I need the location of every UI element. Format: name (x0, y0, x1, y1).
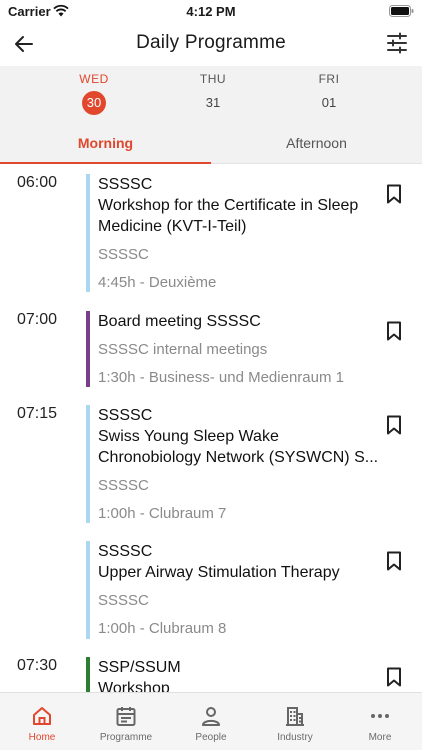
status-bar: Carrier 4:12 PM (0, 0, 422, 22)
session-track: SSSSC (98, 592, 149, 609)
tab-label: Programme (99, 732, 153, 743)
day-name: WED (79, 72, 109, 86)
session-item[interactable]: 07:30 SSP/SSUM Workshop (0, 657, 422, 692)
bookmark-icon[interactable] (386, 415, 402, 435)
session-track: SSSSC (98, 477, 149, 494)
tab-industry[interactable]: Industry (253, 693, 337, 750)
session-body: SSSSC Upper Airway Stimulation Therapy S… (98, 541, 382, 639)
tab-label: More (368, 732, 392, 743)
session-track: SSSSC internal meetings (98, 341, 268, 358)
session-color-bar (86, 311, 90, 387)
day-selector: WED 30 THU 31 FRI 01 (0, 66, 422, 118)
tab-label: Industry (277, 732, 313, 743)
more-icon (371, 714, 389, 718)
session-time: 07:30 (17, 657, 58, 674)
session-title: SSSSC Workshop for the Certificate in Sl… (98, 176, 359, 235)
session-room: 1:00h - Clubraum 7 (98, 505, 227, 522)
page-title: Daily Programme (136, 32, 286, 53)
battery-icon (389, 5, 414, 17)
day-number: 30 (82, 91, 106, 115)
day-fri[interactable]: FRI 01 (299, 72, 359, 115)
bookmark-icon[interactable] (386, 551, 402, 571)
calendar-icon (116, 707, 136, 726)
day-wed[interactable]: WED 30 (64, 72, 124, 115)
tab-morning[interactable]: Morning (0, 118, 211, 164)
person-icon (202, 707, 220, 726)
period-tabs: Morning Afternoon (0, 118, 422, 164)
session-item[interactable]: 07:00 Board meeting SSSSC SSSSC internal… (0, 311, 422, 391)
session-item[interactable]: 07:15 SSSSC Swiss Young Sleep Wake Chron… (0, 405, 422, 525)
session-title: SSSSC Upper Airway Stimulation Therapy (98, 543, 340, 581)
session-title: Board meeting SSSSC (98, 313, 261, 330)
home-icon (33, 707, 51, 725)
session-title: SSP/SSUM Workshop (98, 659, 181, 692)
session-item[interactable]: 06:00 SSSSC Workshop for the Certificate… (0, 174, 422, 294)
building-icon (286, 707, 304, 726)
bookmark-icon[interactable] (386, 184, 402, 204)
session-color-bar (86, 405, 90, 523)
day-number: 01 (321, 95, 337, 110)
session-track: SSSSC (98, 246, 149, 263)
bottom-tab-bar: Home Programme People Industry More (0, 692, 422, 750)
session-room: 1:30h - Business- und Medienraum 1 (98, 369, 344, 386)
session-color-bar (86, 174, 90, 292)
day-number: 31 (205, 95, 221, 110)
day-thu[interactable]: THU 31 (183, 72, 243, 115)
session-body: SSP/SSUM Workshop (98, 657, 382, 692)
session-time: 07:15 (17, 405, 58, 422)
session-time: 07:00 (17, 311, 58, 328)
session-item[interactable]: SSSSC Upper Airway Stimulation Therapy S… (0, 541, 422, 641)
day-name: THU (199, 72, 227, 86)
bookmark-icon[interactable] (386, 667, 402, 687)
session-body: SSSSC Swiss Young Sleep Wake Chronobiolo… (98, 405, 382, 524)
session-body: SSSSC Workshop for the Certificate in Sl… (98, 174, 382, 293)
tab-programme[interactable]: Programme (84, 693, 168, 750)
session-color-bar (86, 541, 90, 639)
session-body: Board meeting SSSSC SSSSC internal meeti… (98, 311, 382, 388)
session-time: 06:00 (17, 174, 58, 191)
clock: 4:12 PM (186, 4, 236, 19)
filter-sliders-icon[interactable] (386, 32, 408, 54)
day-name: FRI (318, 72, 340, 86)
tab-more[interactable]: More (338, 693, 422, 750)
tab-label: People (195, 732, 227, 743)
session-title: SSSSC Swiss Young Sleep Wake Chronobiolo… (98, 407, 379, 466)
session-list: 06:00 SSSSC Workshop for the Certificate… (0, 164, 422, 692)
bookmark-icon[interactable] (386, 321, 402, 341)
session-room: 1:00h - Clubraum 8 (98, 620, 227, 637)
tab-label: Home (28, 732, 56, 743)
session-room: 4:45h - Deuxième (98, 274, 217, 291)
tab-afternoon[interactable]: Afternoon (211, 118, 422, 164)
header: Daily Programme (0, 22, 422, 66)
tab-home[interactable]: Home (0, 693, 84, 750)
session-color-bar (86, 657, 90, 692)
tab-people[interactable]: People (169, 693, 253, 750)
